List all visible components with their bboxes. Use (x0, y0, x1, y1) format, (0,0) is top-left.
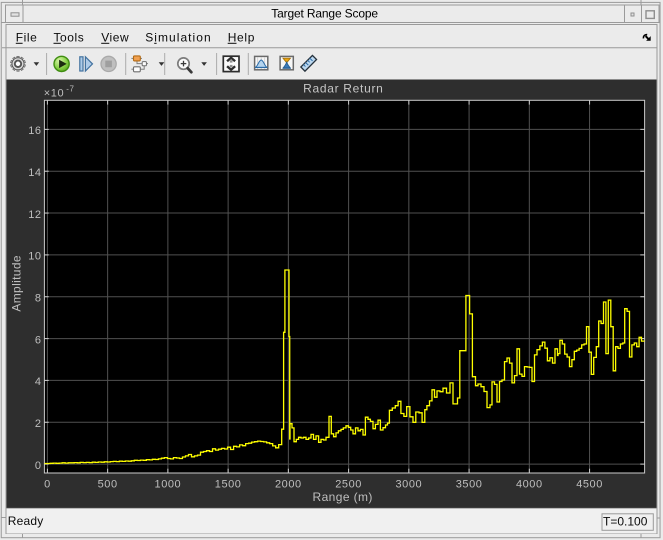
svg-text:2: 2 (35, 418, 42, 430)
svg-text:16: 16 (28, 125, 41, 137)
svg-text:×10: ×10 (44, 88, 64, 100)
svg-text:Ready: Ready (8, 514, 44, 528)
svg-text:4500: 4500 (576, 478, 603, 490)
svg-text:View: View (101, 30, 129, 44)
svg-text:Radar Return: Radar Return (303, 82, 383, 96)
svg-text:1000: 1000 (155, 478, 182, 490)
svg-text:2000: 2000 (275, 478, 302, 490)
svg-text:File: File (16, 30, 38, 44)
svg-text:8: 8 (35, 293, 42, 305)
svg-text:12: 12 (28, 209, 41, 221)
svg-text:Simulation: Simulation (145, 30, 212, 44)
svg-text:Amplitude: Amplitude (10, 255, 24, 312)
svg-text:3000: 3000 (396, 478, 423, 490)
svg-text:Range (m): Range (m) (313, 490, 373, 504)
svg-text:3500: 3500 (456, 478, 483, 490)
svg-text:4: 4 (35, 376, 42, 388)
svg-text:0: 0 (35, 460, 42, 472)
svg-text:500: 500 (98, 478, 118, 490)
svg-text:Help: Help (228, 30, 255, 44)
svg-text:6: 6 (35, 334, 42, 346)
svg-text:14: 14 (28, 167, 41, 179)
svg-text:-7: -7 (66, 85, 74, 94)
svg-text:0: 0 (44, 478, 51, 490)
svg-text:1500: 1500 (215, 478, 242, 490)
svg-text:10: 10 (28, 251, 41, 263)
svg-text:Tools: Tools (54, 30, 85, 44)
svg-text:Target Range Scope: Target Range Scope (271, 7, 378, 21)
svg-text:4000: 4000 (516, 478, 543, 490)
svg-text:T=0.100: T=0.100 (603, 515, 648, 529)
svg-text:2500: 2500 (335, 478, 362, 490)
